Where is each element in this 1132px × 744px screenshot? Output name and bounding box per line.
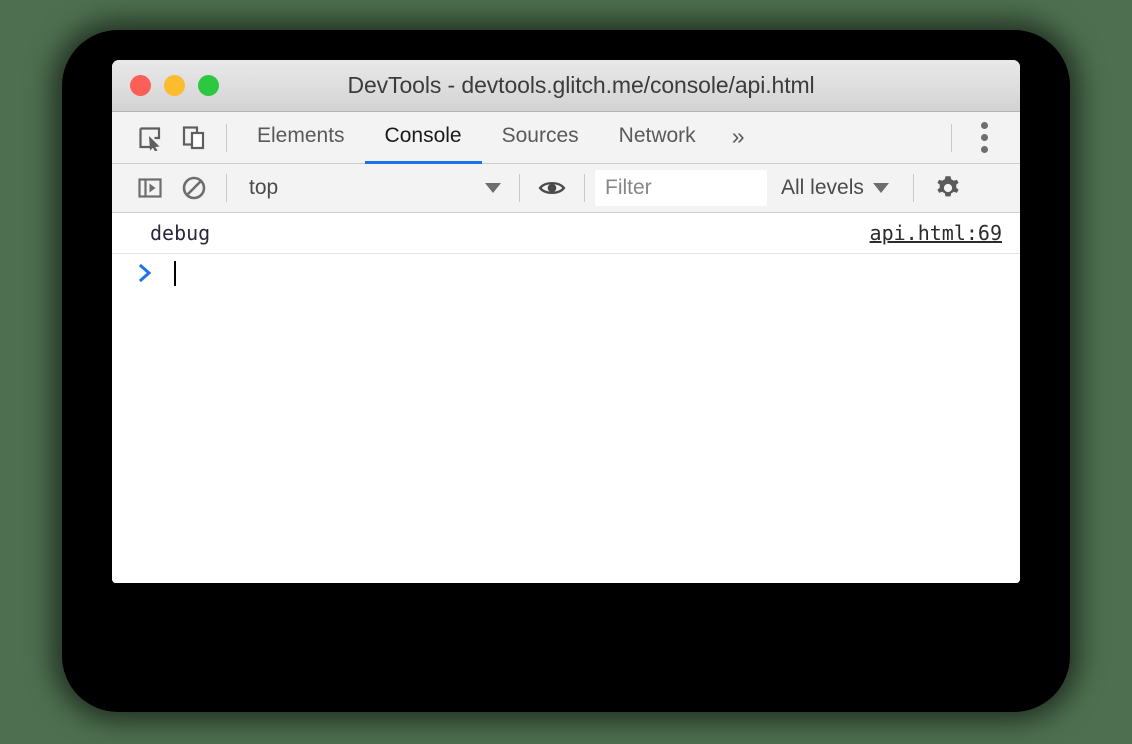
clear-console-icon[interactable] bbox=[172, 167, 216, 209]
execution-context-label: top bbox=[249, 176, 279, 199]
screenshot-stage: DevTools - devtools.glitch.me/console/ap… bbox=[0, 0, 1132, 744]
log-levels-label: All levels bbox=[781, 176, 864, 199]
console-body[interactable]: debug api.html:69 bbox=[112, 213, 1020, 583]
devtools-window: DevTools - devtools.glitch.me/console/ap… bbox=[112, 60, 1020, 583]
tabbar-divider-right bbox=[951, 123, 952, 152]
console-message-row[interactable]: debug api.html:69 bbox=[112, 213, 1020, 254]
text-cursor bbox=[174, 260, 176, 286]
filter-input[interactable] bbox=[595, 170, 767, 206]
gear-icon[interactable] bbox=[924, 167, 972, 209]
log-levels-select[interactable]: All levels bbox=[767, 171, 903, 205]
maximize-button[interactable] bbox=[198, 75, 219, 96]
console-message-text: debug bbox=[150, 221, 211, 245]
minimize-button[interactable] bbox=[164, 75, 185, 96]
traffic-lights bbox=[130, 60, 219, 111]
chevron-down-icon bbox=[872, 183, 889, 193]
tab-console[interactable]: Console bbox=[364, 112, 482, 164]
chevron-down-icon bbox=[485, 183, 501, 193]
tab-sources[interactable]: Sources bbox=[482, 112, 599, 164]
tabbar-divider bbox=[226, 123, 227, 152]
console-prompt-row[interactable] bbox=[112, 254, 1020, 292]
toolbar-divider-2 bbox=[519, 174, 520, 202]
more-vertical-icon[interactable] bbox=[962, 117, 1006, 159]
prompt-chevron-icon bbox=[134, 264, 158, 282]
tab-elements[interactable]: Elements bbox=[237, 112, 365, 164]
toolbar-divider-1 bbox=[226, 174, 227, 202]
inspect-element-icon[interactable] bbox=[128, 117, 172, 159]
toolbar-divider-3 bbox=[584, 174, 585, 202]
console-toolbar: top All levels bbox=[112, 164, 1020, 213]
window-title: DevTools - devtools.glitch.me/console/ap… bbox=[347, 72, 815, 98]
tab-network[interactable]: Network bbox=[599, 112, 716, 164]
console-sidebar-icon[interactable] bbox=[128, 167, 172, 209]
panel-tabs: Elements Console Sources Network » bbox=[237, 112, 760, 164]
execution-context-select[interactable]: top bbox=[237, 171, 509, 205]
device-toolbar-icon[interactable] bbox=[172, 117, 216, 159]
toolbar-divider-4 bbox=[912, 174, 914, 202]
live-expression-eye-icon[interactable] bbox=[530, 167, 574, 209]
devtools-tabbar: Elements Console Sources Network » bbox=[112, 112, 1020, 164]
window-titlebar: DevTools - devtools.glitch.me/console/ap… bbox=[112, 60, 1020, 112]
close-button[interactable] bbox=[130, 75, 151, 96]
more-tabs-button[interactable]: » bbox=[716, 112, 761, 164]
console-message-source-link[interactable]: api.html:69 bbox=[870, 221, 1002, 245]
